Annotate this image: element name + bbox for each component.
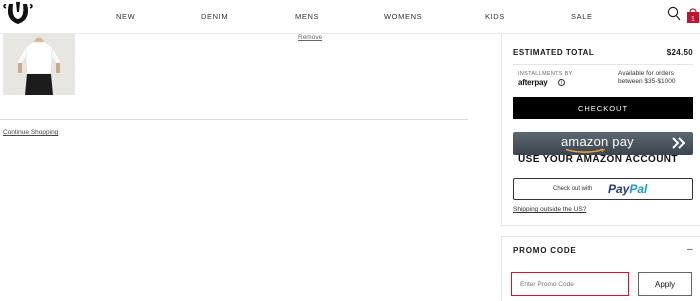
paypal-prefix: Check out with (553, 186, 593, 192)
installments-label: INSTALLMENTS BY (518, 71, 573, 77)
promo-code-section: PROMO CODE – Apply (501, 236, 700, 301)
amazon-pay-label: amazon pay (561, 134, 634, 149)
amazon-pay-button[interactable]: amazon pay (513, 132, 693, 155)
paypal-logo-pay: Pay (608, 182, 630, 196)
product-photo (3, 34, 75, 95)
apply-promo-button[interactable]: Apply (638, 272, 692, 296)
installments-info: Available for orders between $35-$1000 (618, 70, 676, 85)
nav-kids[interactable]: KIDS (485, 12, 505, 21)
estimated-total-value: $24.50 (666, 48, 693, 57)
nav-mens[interactable]: MENS (295, 12, 319, 21)
horseshoe-logo-icon[interactable] (3, 2, 33, 28)
nav-new[interactable]: NEW (116, 12, 135, 21)
double-chevron-right-icon (672, 137, 686, 149)
checkout-button[interactable]: CHECKOUT (513, 97, 693, 119)
search-icon[interactable] (667, 6, 681, 22)
bag-count: 1 (691, 16, 695, 23)
afterpay-info-icon[interactable]: i (558, 79, 565, 86)
nav-sale[interactable]: SALE (571, 12, 593, 21)
shipping-outside-us-link[interactable]: Shipping outside the US? (513, 206, 586, 213)
product-image[interactable] (3, 34, 75, 95)
paypal-logo-pal: Pal (629, 182, 648, 196)
order-summary: ESTIMATED TOTAL $24.50 INSTALLMENTS BY a… (501, 34, 700, 226)
paypal-checkout-button[interactable]: Check out with PayPal (513, 178, 693, 200)
nav-denim[interactable]: DENIM (201, 12, 228, 21)
estimated-total-label: ESTIMATED TOTAL (513, 48, 595, 57)
estimated-total-row: ESTIMATED TOTAL $24.50 (513, 48, 693, 62)
nav-womens[interactable]: WOMENS (384, 12, 422, 21)
shopping-bag-icon[interactable]: 1 (686, 6, 700, 24)
promo-code-label: PROMO CODE (513, 246, 577, 255)
amazon-smile-icon (565, 149, 605, 153)
remove-item-link[interactable]: Remove (298, 34, 322, 41)
cart-divider (0, 119, 468, 120)
afterpay-logo: afterpay (518, 78, 548, 87)
amazon-pay-caption: USE YOUR AMAZON ACCOUNT (518, 154, 678, 165)
promo-collapse-toggle[interactable]: – (687, 244, 693, 255)
paypal-logo: PayPal (608, 182, 647, 196)
continue-shopping-link[interactable]: Continue Shopping (3, 129, 58, 136)
summary-divider (513, 64, 693, 65)
site-header: NEW DENIM MENS WOMENS KIDS SALE 1 (0, 0, 700, 34)
promo-code-input[interactable] (511, 272, 629, 296)
